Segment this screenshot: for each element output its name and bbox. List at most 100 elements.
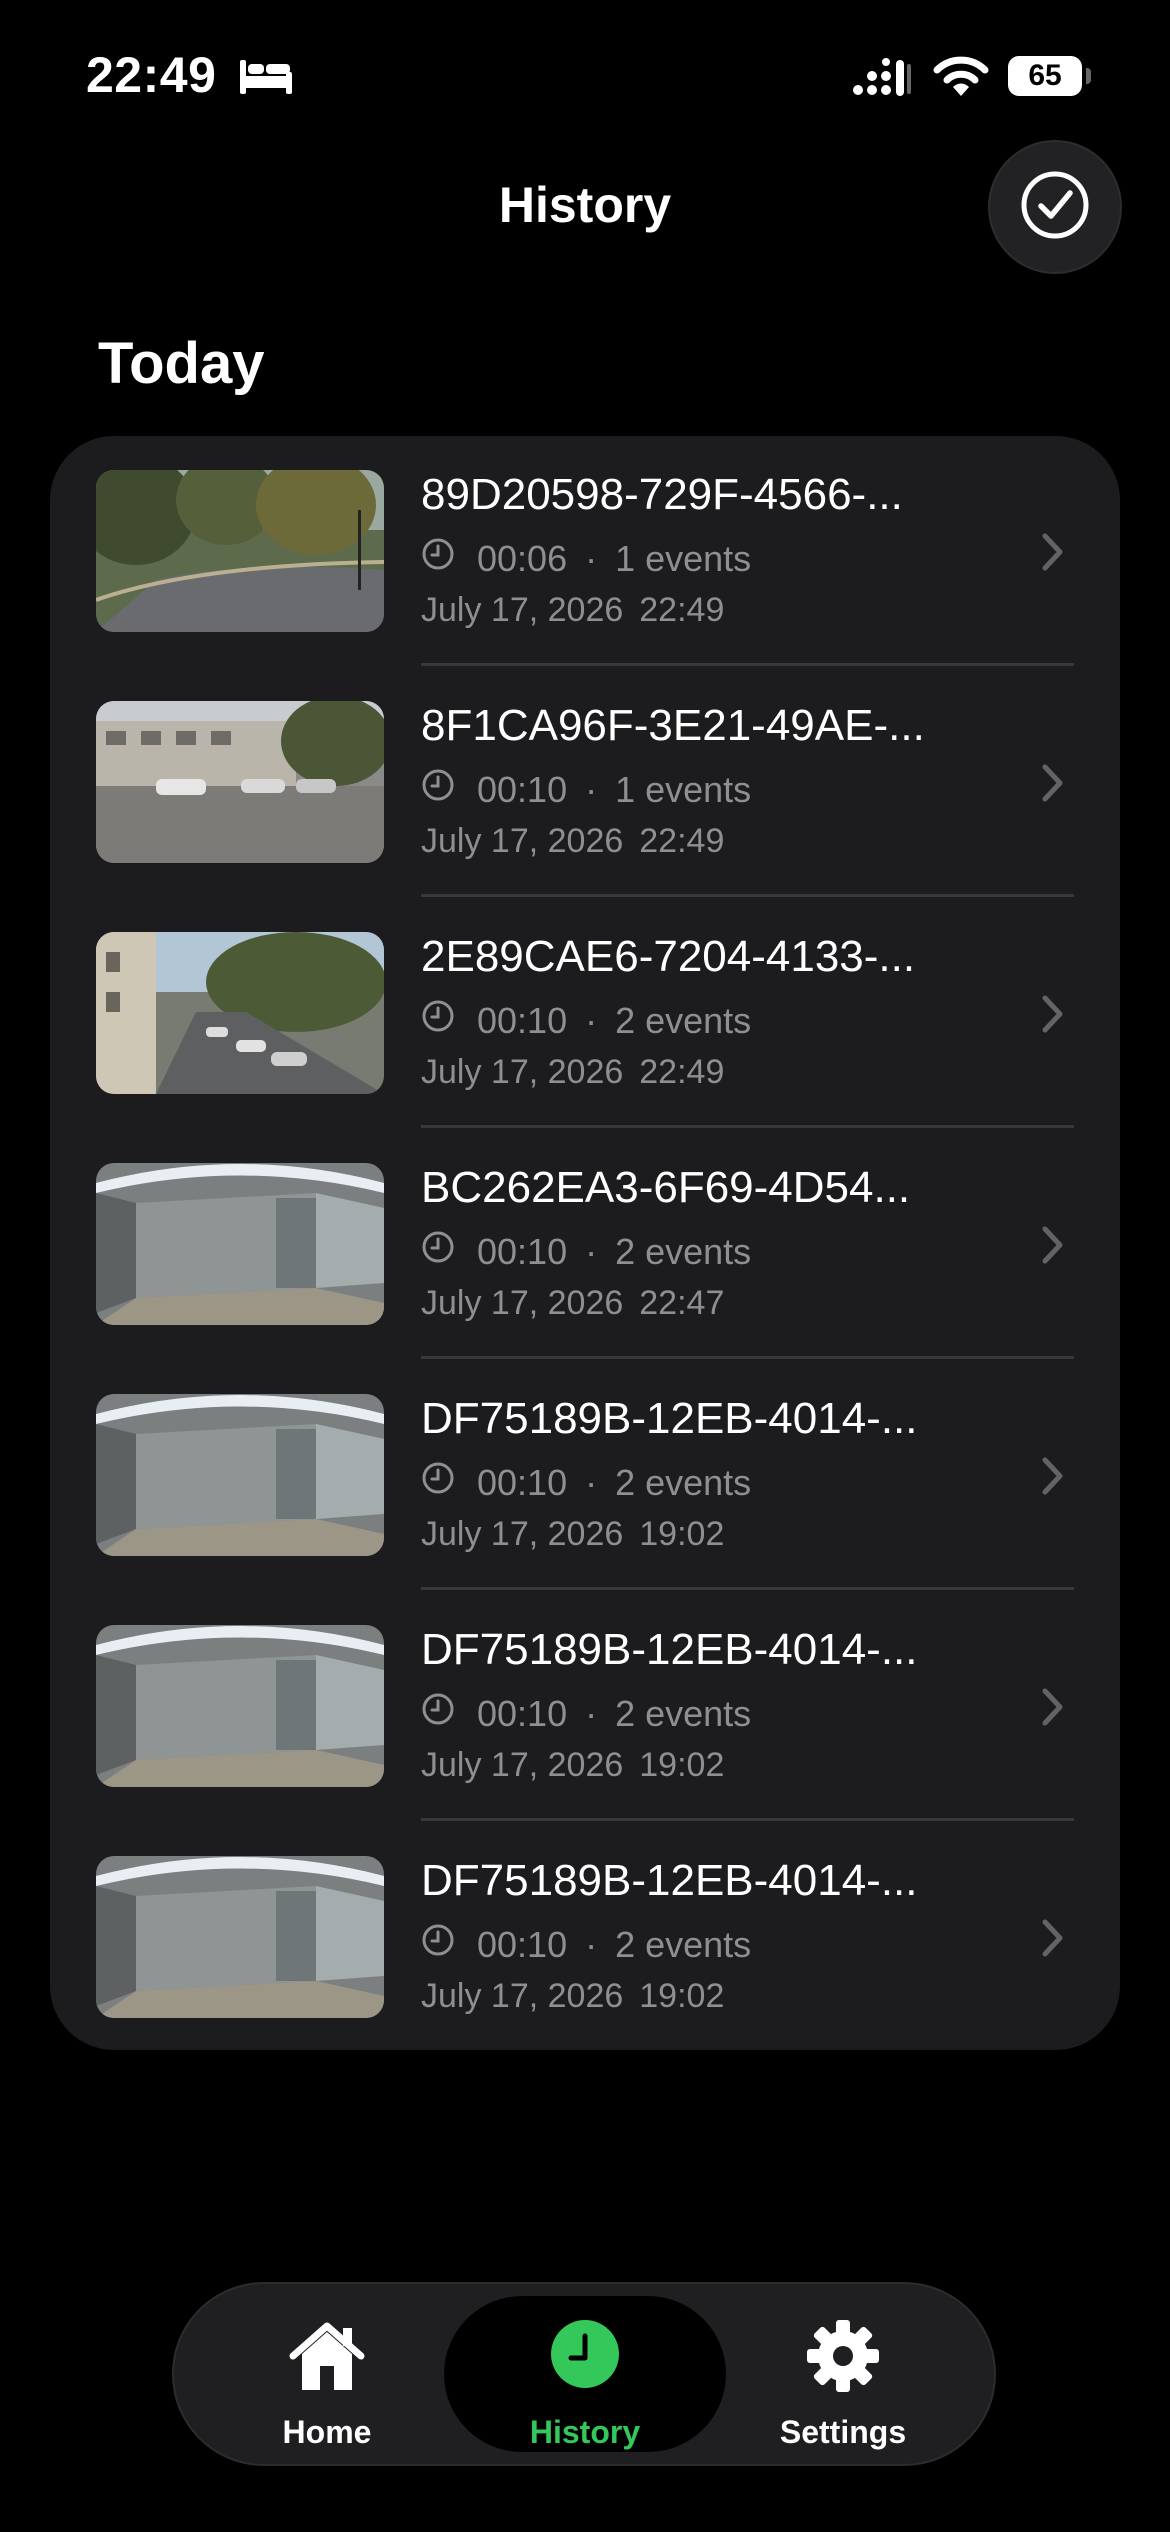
- history-row[interactable]: DF75189B-12EB-4014-... 00:10 · 2 events …: [50, 1360, 1120, 1590]
- row-divider: [421, 894, 1074, 897]
- history-row[interactable]: 2E89CAE6-7204-4133-... 00:10 · 2 events …: [50, 898, 1120, 1128]
- clock-icon: [421, 999, 455, 1042]
- checkmark-circle-icon: [1019, 169, 1091, 246]
- recording-datetime: July 17, 2026 19:02: [421, 1746, 724, 1785]
- clock-icon: [421, 1692, 455, 1735]
- wifi-icon: [933, 54, 989, 103]
- recording-title: DF75189B-12EB-4014-...: [421, 1394, 918, 1443]
- duration: 00:06: [477, 537, 568, 579]
- recording-datetime: July 17, 2026 22:49: [421, 591, 724, 630]
- tab-label-home: Home: [282, 2414, 372, 2450]
- battery-indicator: 65: [1008, 56, 1082, 96]
- recording-date: July 17, 2026: [421, 1053, 624, 1091]
- recording-date: July 17, 2026: [421, 1746, 624, 1784]
- video-thumbnail: [96, 932, 384, 1094]
- recording-title: 2E89CAE6-7204-4133-...: [421, 932, 916, 981]
- status-bar: 22:49 65: [0, 0, 1170, 150]
- tab-label-settings: Settings: [779, 2414, 907, 2450]
- recording-time: 19:02: [639, 1977, 725, 2015]
- separator-dot: ·: [585, 1923, 598, 1965]
- recording-date: July 17, 2026: [421, 1284, 624, 1322]
- bed-icon: [238, 56, 294, 101]
- recording-date: July 17, 2026: [421, 1515, 624, 1553]
- video-thumbnail: [96, 701, 384, 863]
- chevron-right-icon: [1040, 1225, 1066, 1270]
- recording-time: 22:47: [639, 1284, 725, 1322]
- recording-meta: 00:10 · 2 events: [421, 1461, 751, 1504]
- video-thumbnail: [96, 1163, 384, 1325]
- events-count: 1 events: [615, 537, 752, 579]
- tab-label-history: History: [529, 2414, 641, 2450]
- recording-title: BC262EA3-6F69-4D54...: [421, 1163, 911, 1212]
- tab-history[interactable]: History: [470, 2284, 700, 2464]
- separator-dot: ·: [585, 537, 598, 579]
- recording-datetime: July 17, 2026 22:49: [421, 1053, 724, 1092]
- video-thumbnail: [96, 1856, 384, 2018]
- video-thumbnail: [96, 470, 384, 632]
- history-list: 89D20598-729F-4566-... 00:06 · 1 events …: [50, 436, 1120, 2050]
- history-row[interactable]: DF75189B-12EB-4014-... 00:10 · 2 events …: [50, 1591, 1120, 1821]
- duration: 00:10: [477, 999, 568, 1041]
- recording-title: DF75189B-12EB-4014-...: [421, 1625, 918, 1674]
- row-divider: [421, 1125, 1074, 1128]
- clock-icon: [421, 1923, 455, 1966]
- recording-datetime: July 17, 2026 19:02: [421, 1515, 724, 1554]
- section-title-today: Today: [98, 331, 265, 396]
- chevron-right-icon: [1040, 994, 1066, 1039]
- recording-time: 22:49: [639, 822, 725, 860]
- chevron-right-icon: [1040, 1687, 1066, 1732]
- recording-date: July 17, 2026: [421, 822, 624, 860]
- clock-icon: [421, 1230, 455, 1273]
- clock-icon: [421, 537, 455, 580]
- recording-meta: 00:10 · 2 events: [421, 1692, 751, 1735]
- chevron-right-icon: [1040, 532, 1066, 577]
- video-thumbnail: [96, 1625, 384, 1787]
- events-count: 2 events: [615, 1230, 752, 1272]
- tab-home[interactable]: Home: [212, 2284, 442, 2464]
- recording-datetime: July 17, 2026 19:02: [421, 1977, 724, 2016]
- recording-date: July 17, 2026: [421, 1977, 624, 2015]
- row-divider: [421, 1356, 1074, 1359]
- duration: 00:10: [477, 1923, 568, 1965]
- recording-time: 19:02: [639, 1515, 725, 1553]
- tab-settings[interactable]: Settings: [728, 2284, 958, 2464]
- battery-tip: [1086, 68, 1091, 84]
- row-divider: [421, 1818, 1074, 1821]
- clock-icon: [421, 768, 455, 811]
- recording-datetime: July 17, 2026 22:47: [421, 1284, 724, 1323]
- done-button[interactable]: [990, 142, 1120, 272]
- separator-dot: ·: [585, 1230, 598, 1272]
- separator-dot: ·: [585, 999, 598, 1041]
- clock-icon: [470, 2318, 700, 2390]
- history-row[interactable]: BC262EA3-6F69-4D54... 00:10 · 2 events J…: [50, 1129, 1120, 1359]
- recording-meta: 00:06 · 1 events: [421, 537, 751, 580]
- recording-time: 22:49: [639, 591, 725, 629]
- separator-dot: ·: [585, 1692, 598, 1734]
- events-count: 1 events: [615, 768, 752, 810]
- cellular-signal-icon: [852, 58, 912, 103]
- events-count: 2 events: [615, 999, 752, 1041]
- recording-time: 19:02: [639, 1746, 725, 1784]
- history-row[interactable]: 89D20598-729F-4566-... 00:06 · 1 events …: [50, 436, 1120, 666]
- gear-icon: [728, 2318, 958, 2394]
- chevron-right-icon: [1040, 763, 1066, 808]
- duration: 00:10: [477, 1461, 568, 1503]
- chevron-right-icon: [1040, 1456, 1066, 1501]
- recording-title: 89D20598-729F-4566-...: [421, 470, 903, 519]
- recording-date: July 17, 2026: [421, 591, 624, 629]
- duration: 00:10: [477, 768, 568, 810]
- duration: 00:10: [477, 1692, 568, 1734]
- history-row[interactable]: 8F1CA96F-3E21-49AE-... 00:10 · 1 events …: [50, 667, 1120, 897]
- tab-bar: Home History Settings: [174, 2284, 994, 2464]
- row-divider: [421, 1587, 1074, 1590]
- separator-dot: ·: [585, 768, 598, 810]
- recording-time: 22:49: [639, 1053, 725, 1091]
- recording-meta: 00:10 · 2 events: [421, 1923, 751, 1966]
- recording-title: 8F1CA96F-3E21-49AE-...: [421, 701, 925, 750]
- history-row[interactable]: DF75189B-12EB-4014-... 00:10 · 2 events …: [50, 1822, 1120, 2052]
- recording-meta: 00:10 · 2 events: [421, 1230, 751, 1273]
- row-divider: [421, 663, 1074, 666]
- recording-datetime: July 17, 2026 22:49: [421, 822, 724, 861]
- clock-icon: [421, 1461, 455, 1504]
- chevron-right-icon: [1040, 1918, 1066, 1963]
